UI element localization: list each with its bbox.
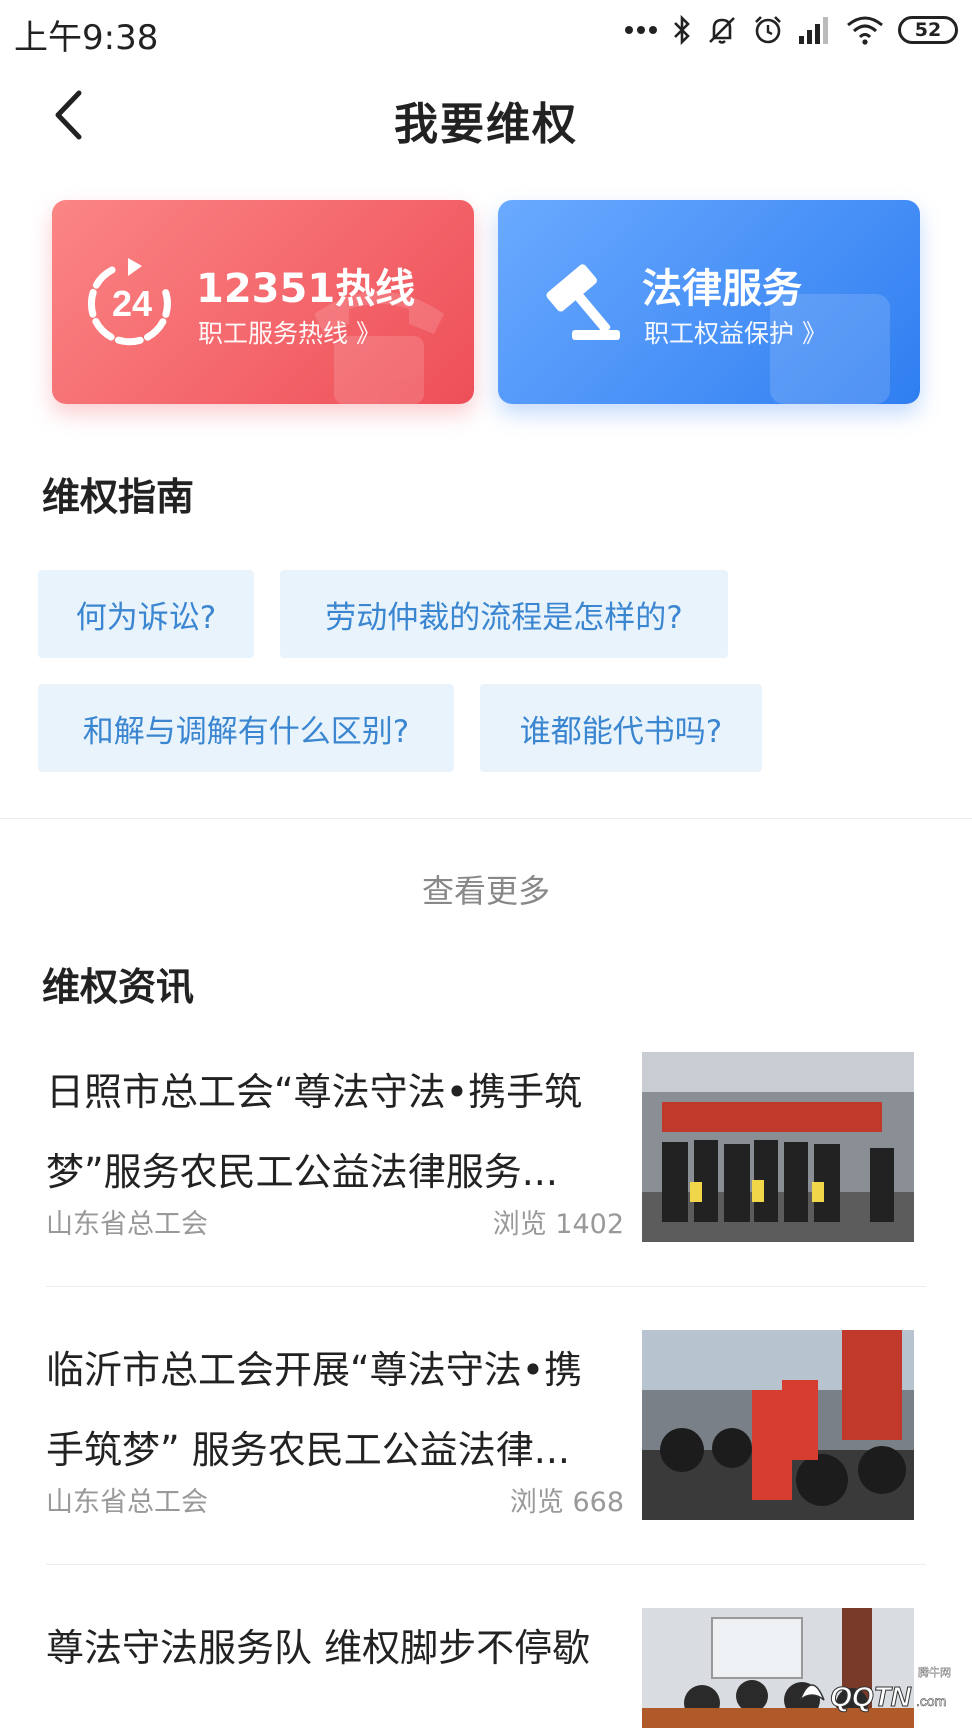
watermark-suffix: .com — [916, 1693, 946, 1709]
news-title: 尊法守法服务队 维权脚步不停歇 — [46, 1626, 591, 1670]
news-views: 浏览 668 — [509, 1487, 624, 1518]
legal-card-title: 法律服务 — [642, 266, 802, 312]
status-time: 上午9:38 — [14, 18, 159, 58]
status-icons: 52 — [624, 10, 958, 50]
svg-text:24: 24 — [112, 283, 152, 324]
gavel-icon — [546, 264, 620, 340]
app-header: 我要维权 — [0, 60, 972, 170]
alarm-icon — [755, 16, 781, 44]
hotline-card[interactable]: 24 12351热线 职工服务热线 》 — [52, 200, 474, 404]
news-item[interactable]: 日照市总工会“尊法守法•携手筑梦”服务农民工公益法律服务... 山东省总工会 浏… — [46, 1052, 926, 1282]
news-source: 山东省总工会 — [46, 1487, 208, 1518]
hotline-card-title: 12351热线 — [196, 266, 416, 312]
page-title: 我要维权 — [394, 99, 578, 150]
hotline-card-subtitle: 职工服务热线 》 — [198, 319, 381, 348]
more-dots-icon — [625, 26, 657, 34]
news-section-title: 维权资讯 — [42, 965, 195, 1009]
view-more-link[interactable]: 查看更多 — [0, 866, 972, 912]
watermark-top-text: 腾牛网 — [918, 1665, 951, 1679]
news-thumbnail — [642, 1052, 914, 1242]
news-item[interactable]: 临沂市总工会开展“尊法守法•携手筑梦” 服务农民工公益法律... 山东省总工会 … — [46, 1330, 926, 1560]
battery-level: 52 — [914, 19, 942, 41]
guide-chip[interactable]: 和解与调解有什么区别? — [38, 684, 454, 772]
wifi-icon — [847, 16, 883, 45]
news-thumbnail — [642, 1330, 914, 1520]
hotline-24-icon: 24 — [87, 258, 171, 346]
guide-chip[interactable]: 谁都能代书吗? — [480, 684, 762, 772]
legal-service-card[interactable]: 法律服务 职工权益保护 》 — [498, 200, 920, 404]
mute-icon — [709, 17, 735, 44]
news-title: 日照市总工会“尊法守法•携手筑梦”服务农民工公益法律服务... — [46, 1070, 583, 1194]
news-views: 浏览 1402 — [492, 1209, 624, 1240]
news-separator — [46, 1286, 926, 1287]
news-source: 山东省总工会 — [46, 1209, 208, 1240]
guide-section-title: 维权指南 — [42, 475, 195, 519]
news-title: 临沂市总工会开展“尊法守法•携手筑梦” 服务农民工公益法律... — [46, 1348, 583, 1472]
watermark-text: QQTN — [830, 1681, 912, 1712]
signal-icon — [799, 17, 828, 44]
divider — [0, 818, 972, 819]
qqtn-watermark: 腾牛网 QQTN .com — [790, 1660, 960, 1720]
status-bar: 上午9:38 52 — [0, 0, 972, 60]
guide-chip[interactable]: 何为诉讼? — [38, 570, 254, 658]
news-separator — [46, 1564, 926, 1565]
legal-card-subtitle: 职工权益保护 》 — [644, 319, 827, 348]
battery-icon: 52 — [898, 16, 958, 44]
bluetooth-icon — [674, 14, 690, 46]
guide-chip[interactable]: 劳动仲裁的流程是怎样的? — [280, 570, 728, 658]
